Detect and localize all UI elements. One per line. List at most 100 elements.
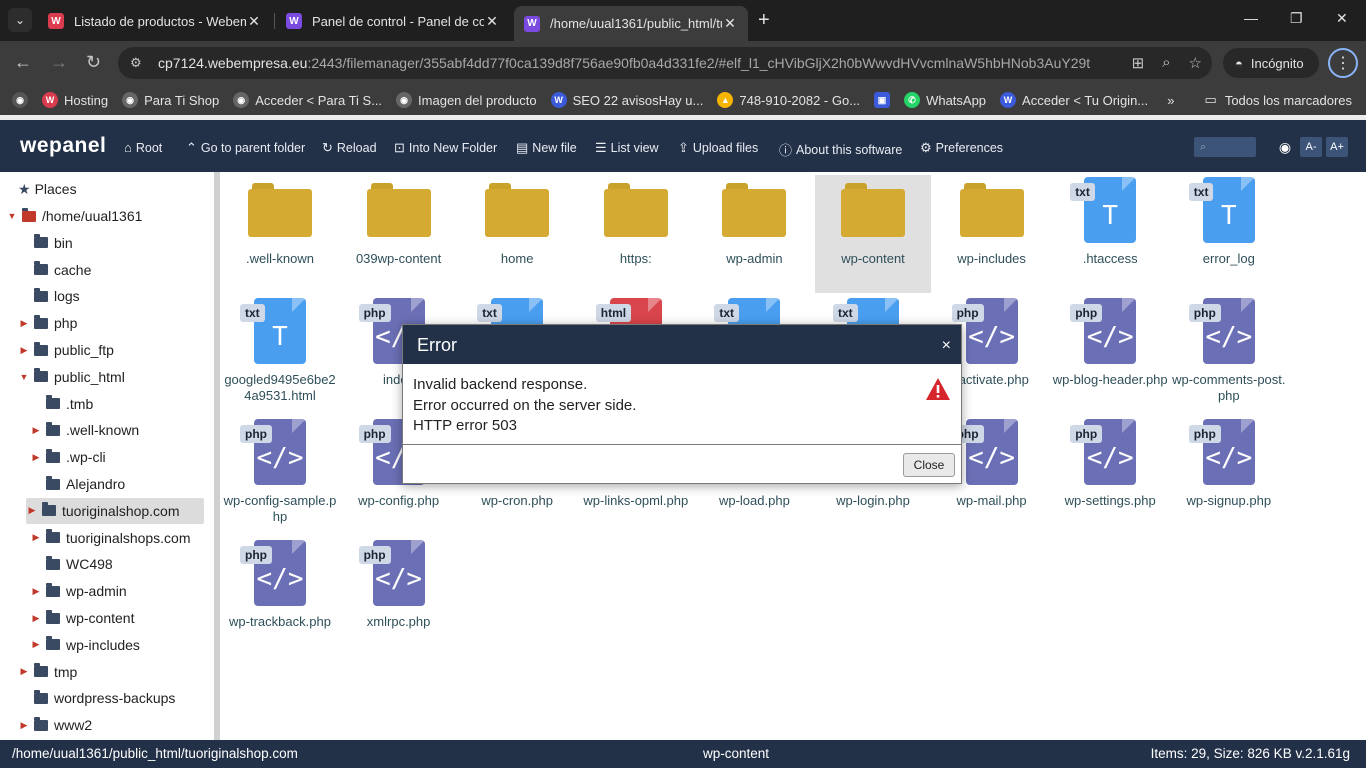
- tree-item-tuoriginalshop-com[interactable]: ▶ tuoriginalshop.com: [26, 497, 204, 524]
- expanded-arrow-icon[interactable]: ▼: [18, 372, 30, 382]
- tree-item-public-html[interactable]: ▼ public_html: [18, 364, 125, 390]
- tree-item-alejandro[interactable]: Alejandro: [30, 471, 125, 497]
- file-item[interactable]: php </> wp-config-sample.php: [222, 417, 338, 535]
- list-view-button[interactable]: ☰ List view: [595, 140, 659, 156]
- tree-item-wp-includes[interactable]: ▶ wp-includes: [30, 632, 140, 658]
- tree-item-home-uual1361[interactable]: ▼ /home/uual1361: [6, 203, 142, 229]
- file-item[interactable]: php </> wp-comments-post.php: [1171, 296, 1287, 414]
- bookmark-hosting[interactable]: W Hosting: [42, 92, 108, 108]
- back-icon[interactable]: ←: [14, 52, 32, 73]
- close-window-icon[interactable]: ✕: [1336, 10, 1348, 27]
- bookmark-google-ads[interactable]: ▲ 748-910-2082 - Go...: [717, 92, 860, 108]
- about-button[interactable]: ⓘ About this software: [779, 140, 902, 159]
- close-button[interactable]: Close: [903, 453, 955, 477]
- close-tab-icon[interactable]: ✕: [484, 13, 500, 30]
- file-item[interactable]: php </> wp-signup.php: [1171, 417, 1287, 535]
- tree-item-tmb[interactable]: .tmb: [30, 391, 93, 417]
- folder-item[interactable]: .well-known: [222, 175, 338, 293]
- tree-item-tuoriginalshops-com[interactable]: ▶ tuoriginalshops.com: [30, 525, 191, 551]
- eye-icon[interactable]: ◉: [1274, 137, 1296, 157]
- file-item[interactable]: php </> wp-trackback.php: [222, 538, 338, 656]
- minimize-icon[interactable]: —: [1244, 10, 1258, 26]
- folder-item[interactable]: home: [459, 175, 575, 293]
- tree-item-logs[interactable]: logs: [18, 283, 80, 309]
- bookmark-acceder-para-ti[interactable]: ◉ Acceder < Para Ti S...: [233, 92, 382, 108]
- into-new-folder-button[interactable]: ⊡ Into New Folder: [394, 140, 497, 156]
- file-item[interactable]: txt T .htaccess: [1052, 175, 1168, 293]
- bookmark-shield[interactable]: ▣: [874, 92, 891, 108]
- more-bookmarks-icon[interactable]: »: [1167, 93, 1174, 108]
- collapsed-arrow-icon[interactable]: ▶: [18, 345, 30, 356]
- browser-tab-1[interactable]: W Listado de productos - Webemp ✕: [38, 6, 272, 36]
- new-tab-icon[interactable]: +: [758, 9, 770, 32]
- tree-item-well-known[interactable]: ▶ .well-known: [30, 417, 139, 443]
- collapsed-arrow-icon[interactable]: ▶: [30, 452, 42, 463]
- tab-search-button[interactable]: ⌄: [8, 8, 32, 32]
- bookmark-para-ti-shop[interactable]: ◉ Para Ti Shop: [122, 92, 219, 108]
- incognito-badge[interactable]: ◓ Incógnito: [1223, 48, 1319, 78]
- browser-menu-icon[interactable]: ⋮: [1328, 48, 1358, 78]
- tree-item-bin[interactable]: bin: [18, 230, 73, 256]
- tree-item-wc498[interactable]: WC498: [30, 551, 113, 577]
- url-input[interactable]: ⚙ cp7124.webempresa.eu:2443/filemanager/…: [118, 47, 1212, 79]
- folder-item[interactable]: wp-includes: [934, 175, 1050, 293]
- collapsed-arrow-icon[interactable]: ▶: [30, 425, 42, 436]
- translate-icon[interactable]: ⊞: [1132, 54, 1145, 72]
- collapsed-arrow-icon[interactable]: ▶: [26, 505, 38, 516]
- close-tab-icon[interactable]: ✕: [722, 15, 738, 32]
- browser-tab-2[interactable]: W Panel de control - Panel de cont ✕: [276, 6, 510, 36]
- tree-item-cache[interactable]: cache: [18, 257, 91, 283]
- tree-item-www2[interactable]: ▶ www2: [18, 712, 92, 738]
- reload-button[interactable]: ↻ Reload: [322, 140, 377, 156]
- upload-files-button[interactable]: ⇪ Upload files: [678, 140, 758, 156]
- tree-item-tmp[interactable]: ▶ tmp: [18, 659, 77, 685]
- maximize-icon[interactable]: ❐: [1290, 10, 1303, 27]
- tree-item-php[interactable]: ▶ php: [18, 310, 77, 336]
- php-file-icon: php </>: [1070, 298, 1137, 364]
- tree-item-wp-cli[interactable]: ▶ .wp-cli: [30, 444, 106, 470]
- site-info-icon[interactable]: ⚙: [130, 55, 142, 71]
- file-item[interactable]: txt T error_log: [1171, 175, 1287, 293]
- forward-icon[interactable]: →: [50, 52, 68, 73]
- tree-item-wp-content[interactable]: ▶ wp-content: [30, 605, 134, 631]
- close-icon[interactable]: ×: [942, 337, 951, 355]
- collapsed-arrow-icon[interactable]: ▶: [30, 639, 42, 650]
- reload-browser-icon[interactable]: ↻: [86, 52, 101, 73]
- bookmark-imagen-producto[interactable]: ◉ Imagen del producto: [396, 92, 537, 108]
- zoom-icon[interactable]: ⌕: [1162, 54, 1170, 72]
- preferences-button[interactable]: ⚙ Preferences: [920, 140, 1003, 156]
- search-input[interactable]: ⌕: [1194, 137, 1256, 157]
- folder-item[interactable]: https:: [578, 175, 694, 293]
- collapsed-arrow-icon[interactable]: ▶: [30, 586, 42, 597]
- collapsed-arrow-icon[interactable]: ▶: [30, 613, 42, 624]
- collapsed-arrow-icon[interactable]: ▶: [18, 666, 30, 677]
- all-bookmarks-link[interactable]: Todos los marcadores: [1225, 93, 1352, 108]
- collapsed-arrow-icon[interactable]: ▶: [18, 720, 30, 731]
- browser-tab-3-active[interactable]: W /home/uual1361/public_html/tu ✕: [514, 6, 748, 41]
- tree-item-public-ftp[interactable]: ▶ public_ftp: [18, 337, 114, 363]
- folder-item[interactable]: wp-content: [815, 175, 931, 293]
- parent-folder-button[interactable]: ⌃ Go to parent folder: [186, 140, 305, 156]
- font-smaller-button[interactable]: A-: [1300, 137, 1322, 157]
- font-larger-button[interactable]: A+: [1326, 137, 1348, 157]
- expanded-arrow-icon[interactable]: ▼: [6, 211, 18, 221]
- bookmark-star-icon[interactable]: ☆: [1189, 54, 1202, 72]
- bookmark-item[interactable]: ◉: [12, 92, 28, 108]
- file-item[interactable]: php </> wp-blog-header.php: [1052, 296, 1168, 414]
- new-file-button[interactable]: ▤ New file: [516, 140, 577, 156]
- root-button[interactable]: ⌂ Root: [124, 140, 162, 155]
- tree-item-wp-admin[interactable]: ▶ wp-admin: [30, 578, 127, 604]
- file-item[interactable]: txt T googled9495e6be24a9531.html: [222, 296, 338, 414]
- collapsed-arrow-icon[interactable]: ▶: [18, 318, 30, 329]
- close-tab-icon[interactable]: ✕: [246, 13, 262, 30]
- file-item[interactable]: php </> xmlrpc.php: [341, 538, 457, 656]
- bookmark-whatsapp[interactable]: ✆ WhatsApp: [904, 92, 986, 108]
- folder-item[interactable]: 039wp-content: [341, 175, 457, 293]
- places-item[interactable]: ★ Places: [18, 176, 77, 202]
- bookmark-acceder-tu-origin[interactable]: W Acceder < Tu Origin...: [1000, 92, 1148, 108]
- bookmark-seo[interactable]: W SEO 22 avisosHay u...: [550, 92, 703, 108]
- collapsed-arrow-icon[interactable]: ▶: [30, 532, 42, 543]
- file-item[interactable]: php </> wp-settings.php: [1052, 417, 1168, 535]
- tree-item-wordpress-backups[interactable]: wordpress-backups: [18, 685, 175, 711]
- folder-item[interactable]: wp-admin: [696, 175, 812, 293]
